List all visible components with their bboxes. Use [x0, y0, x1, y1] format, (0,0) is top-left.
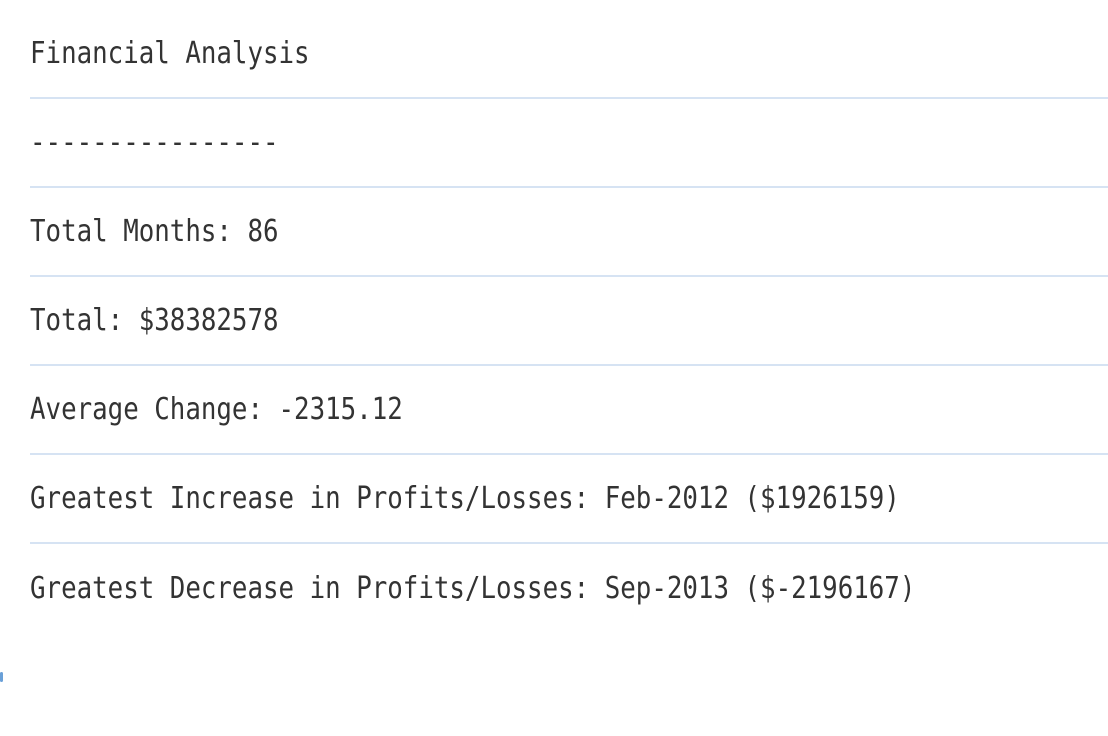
report-title: Financial Analysis [30, 10, 1108, 99]
average-change-line: Average Change: -2315.12 [30, 366, 1108, 455]
greatest-decrease-line: Greatest Decrease in Profits/Losses: Sep… [30, 571, 916, 606]
total-months-line: Total Months: 86 [30, 188, 1108, 277]
greatest-increase-line: Greatest Increase in Profits/Losses: Feb… [30, 455, 1108, 544]
report-separator: ---------------- [30, 99, 1108, 188]
financial-analysis-output: Financial Analysis ---------------- Tota… [30, 10, 1108, 633]
scroll-indicator [0, 672, 3, 682]
total-line: Total: $38382578 [30, 277, 1108, 366]
